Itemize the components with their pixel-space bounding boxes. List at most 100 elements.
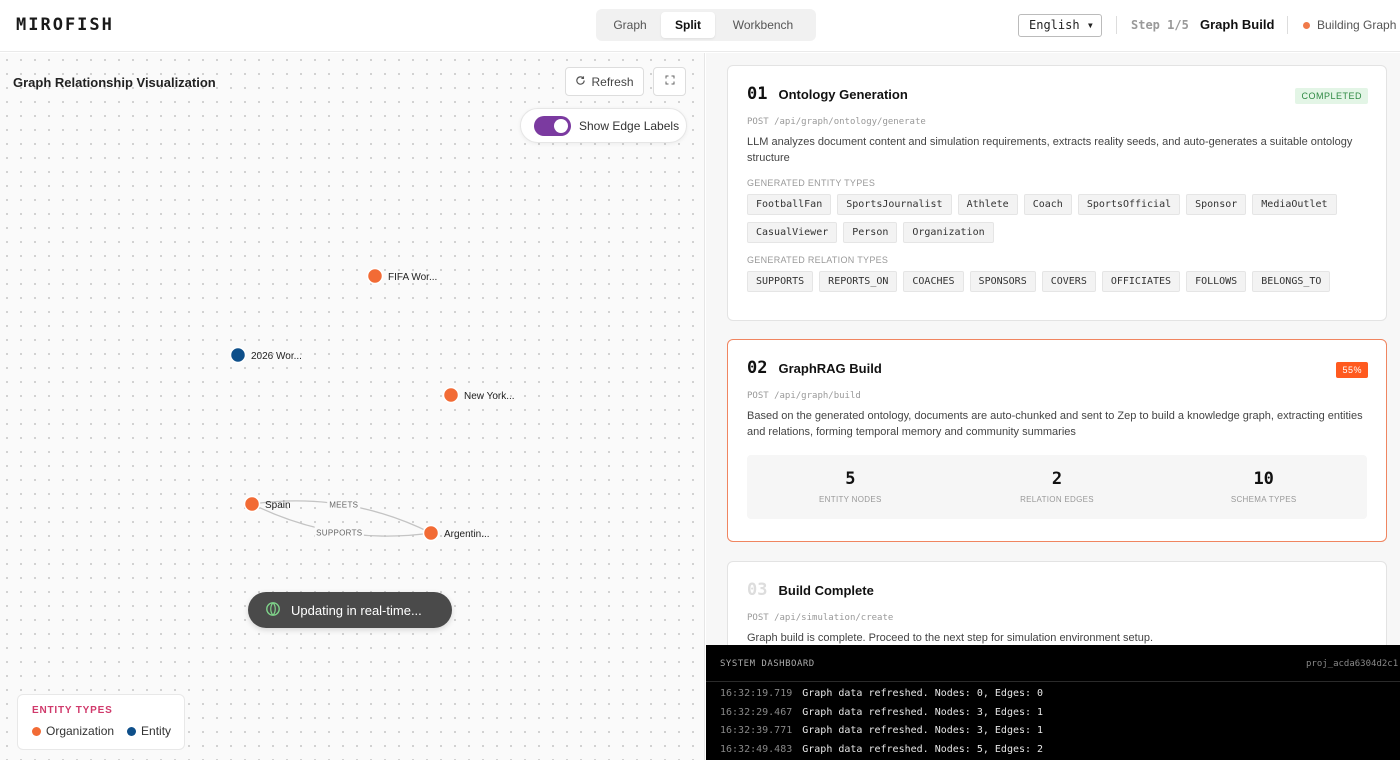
log-time: 16:32:49.483 [720,743,793,755]
graph-node[interactable] [422,524,440,542]
log-entry: 16:32:49.483 Graph data refreshed. Nodes:… [706,741,1400,760]
log-message: Graph data refreshed. Nodes: 0, Edges: 0 [802,688,1044,699]
step-counter: Step 1/5 [1131,18,1189,32]
step-description: LLM analyzes document content and simula… [747,136,1353,164]
entity-type-tag: SportsOfficial [1077,194,1181,215]
step-description: Graph build is complete. Proceed to the … [747,632,1153,644]
tab-graph[interactable]: Graph [599,12,661,38]
stat-value: 2 [1051,469,1063,489]
log-entry: 16:32:19.719 Graph data refreshed. Nodes:… [706,685,1400,704]
entity-type-tag: Sponsor [1186,194,1247,215]
node-label: Spain [265,500,291,511]
graph-panel[interactable]: MEETS SUPPORTS FIFA Wor... 2026 Wor... New … [0,53,705,760]
relation-type-tag: OFFICIATES [1101,271,1181,292]
updating-text: Updating in real-time... [291,602,422,618]
brand-logo[interactable]: MIROFISH [16,15,114,35]
relation-type-tag: FOLLOWS [1186,271,1247,292]
legend-label: Entity [141,724,172,738]
header-divider [1287,16,1288,34]
log-entry: 16:32:39.771 Graph data refreshed. Nodes:… [706,722,1400,741]
language-select[interactable]: English ▾ [1018,14,1102,37]
stat-entity-nodes: 5 ENTITY NODES [747,455,954,519]
graph-node[interactable] [229,346,247,364]
log-time: 16:32:39.771 [720,725,793,736]
updating-indicator: Updating in real-time... [248,592,452,628]
edge-label: MEETS [329,501,358,510]
step-card-graphrag: 02 GraphRAG Build 55% POST /api/graph/bu… [727,339,1387,542]
legend-item-entity: Entity [127,724,171,738]
entity-type-tag: Athlete [957,194,1018,215]
refresh-button[interactable]: Refresh [565,67,644,96]
app-header: MIROFISH Graph Split Workbench English ▾… [0,0,1400,52]
relation-type-tag: SUPPORTS [747,271,814,292]
legend-items: Organization Entity [32,724,171,738]
project-id: proj_acda6304d2c1 [1306,659,1399,669]
relation-type-tags: SUPPORTS REPORTS_ON COACHES SPONSORS COV… [747,271,1367,292]
header-divider [1116,16,1117,34]
entity-type-tag: Person [843,222,898,243]
relation-types-heading: GENERATED RELATION TYPES [747,255,889,265]
entity-type-tag: CasualViewer [747,222,838,243]
tab-split[interactable]: Split [661,12,715,38]
entity-type-tag: Coach [1023,194,1072,215]
api-endpoint: POST /api/simulation/create [747,613,894,623]
legend-item-organization: Organization [32,724,114,738]
graph-node[interactable] [366,267,384,285]
entity-type-tag: SportsJournalist [837,194,952,215]
relation-type-tag: COACHES [903,271,964,292]
legend-title: ENTITY TYPES [32,705,113,716]
graph-title: Graph Relationship Visualization [13,75,216,90]
entity-type-tag: Organization [903,222,994,243]
stat-label: SCHEMA TYPES [1230,495,1297,504]
stat-relation-edges: 2 RELATION EDGES [954,455,1161,519]
entity-type-tag: FootballFan [747,194,832,215]
system-dashboard[interactable]: SYSTEM DASHBOARD proj_acda6304d2c1 16:32… [706,645,1400,760]
relation-type-tag: BELONGS_TO [1252,271,1331,292]
progress-badge: 55% [1336,362,1368,378]
log-message: Graph data refreshed. Nodes: 3, Edges: 1 [802,706,1044,718]
graph-node[interactable] [442,386,460,404]
organization-dot-icon [32,726,41,736]
api-endpoint: POST /api/graph/build [747,391,861,401]
entity-dot-icon [127,726,137,736]
step-title: Ontology Generation [778,86,908,102]
status-text: Building Graph [1317,18,1397,32]
card-header: 01 Ontology Generation [747,84,1367,104]
toggle-switch[interactable] [534,115,571,136]
edge-labels-toggle[interactable]: Show Edge Labels [520,108,687,143]
entity-type-tags: FootballFan SportsJournalist Athlete Coa… [747,194,1367,243]
step-number: 01 [747,84,768,104]
graph-canvas[interactable]: MEETS SUPPORTS FIFA Wor... 2026 Wor... New … [0,53,705,760]
fullscreen-button[interactable] [653,67,686,96]
refresh-icon [575,75,586,89]
log-entry: 16:32:29.467 Graph data refreshed. Nodes:… [706,704,1400,723]
node-label: New York... [464,391,515,402]
api-endpoint: POST /api/graph/ontology/generate [747,117,926,127]
entity-legend: ENTITY TYPES Organization Entity [17,694,185,750]
card-header: 03 Build Complete [747,580,1367,600]
status-dot-icon [1303,22,1310,29]
log-message: Graph data refreshed. Nodes: 3, Edges: 1 [802,725,1044,736]
step-description: Based on the generated ontology, documen… [747,410,1363,438]
status-badge: COMPLETED [1295,88,1368,104]
step-number: 02 [747,358,768,378]
entity-type-tag: MediaOutlet [1252,194,1337,215]
node-label: Argentin... [444,529,490,540]
tab-workbench[interactable]: Workbench [715,12,811,38]
entity-types-heading: GENERATED ENTITY TYPES [747,178,876,188]
card-header: 02 GraphRAG Build [747,358,1367,378]
legend-label: Organization [46,724,115,738]
relation-type-tag: SPONSORS [969,271,1036,292]
spinner-icon [265,601,281,620]
stat-label: RELATION EDGES [1020,495,1094,504]
relation-type-tag: COVERS [1041,271,1096,292]
log-time: 16:32:19.719 [720,688,793,699]
log-list: 16:32:19.719 Graph data refreshed. Nodes:… [706,682,1400,759]
step-title: GraphRAG Build [778,360,882,376]
step-title: Build Complete [778,582,874,598]
node-label: FIFA Wor... [388,272,437,283]
node-label: 2026 Wor... [251,351,302,362]
graph-node[interactable] [243,495,261,513]
fullscreen-icon [665,75,675,88]
build-stats: 5 ENTITY NODES 2 RELATION EDGES 10 SCHEM… [747,455,1367,519]
